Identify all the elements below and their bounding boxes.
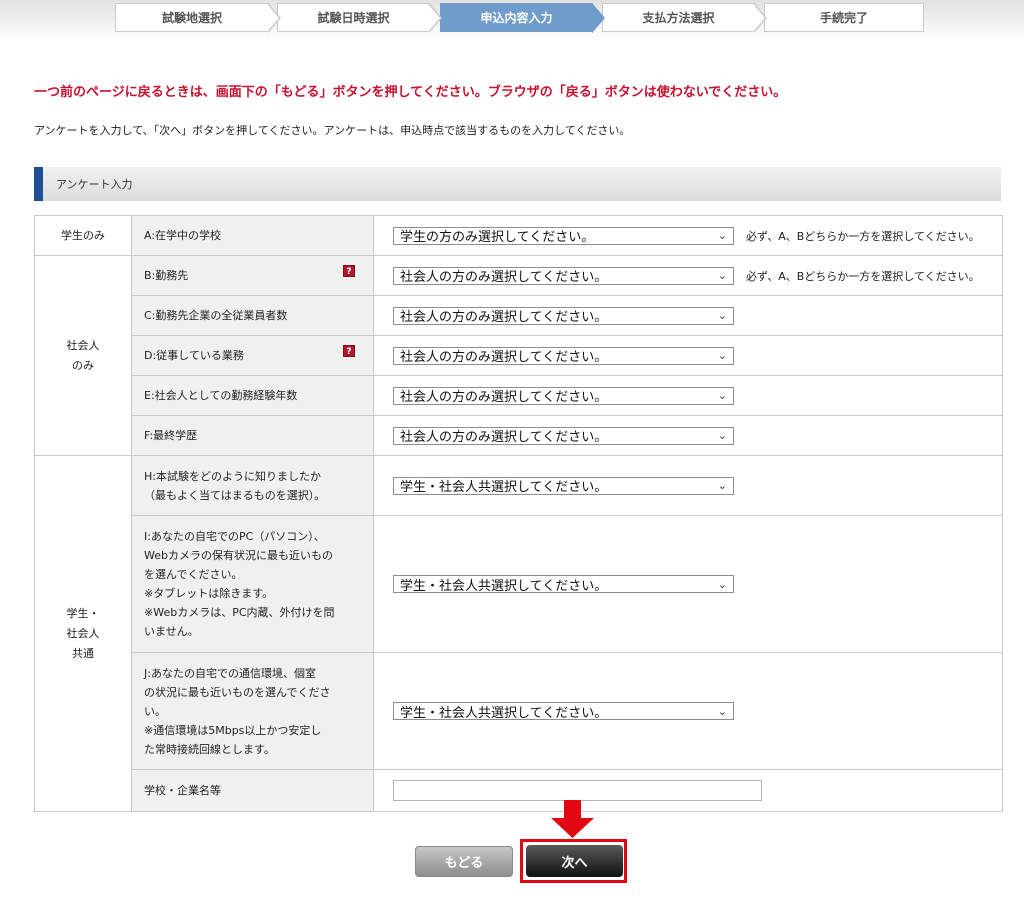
- field-c: 社会人の方のみ選択してください。 ⌄: [373, 295, 1003, 336]
- field-school-company: [373, 769, 1003, 812]
- field-i: 学生・社会人共選択してください。 ⌄: [373, 515, 1003, 653]
- label-e-experience: E:社会人としての勤務経験年数: [131, 375, 374, 416]
- label-f-education: F:最終学歴: [131, 415, 374, 456]
- label-i-pc-webcam: I:あなたの自宅でのPC（パソコン）、 Webカメラの保有状況に最も近いもの を…: [131, 515, 374, 653]
- chevron-down-icon: ⌄: [717, 479, 727, 492]
- help-icon[interactable]: ?: [343, 265, 355, 277]
- label-d-duties: D:従事している業務?: [131, 335, 374, 376]
- chevron-down-icon: ⌄: [717, 429, 727, 442]
- field-b: 社会人の方のみ選択してください。 ⌄ 必ず、A、Bどちらか一方を選択してください。: [373, 255, 1003, 296]
- field-e: 社会人の方のみ選択してください。 ⌄: [373, 375, 1003, 416]
- label-school-company: 学校・企業名等: [131, 769, 374, 812]
- section-accent-bar: [34, 167, 43, 201]
- select-e-experience[interactable]: 社会人の方のみ選択してください。 ⌄: [393, 386, 734, 405]
- chevron-down-icon: ⌄: [717, 349, 727, 362]
- table-row: C:勤務先企業の全従業員者数 社会人の方のみ選択してください。 ⌄: [35, 295, 1003, 336]
- next-button[interactable]: 次へ: [526, 845, 623, 877]
- field-f: 社会人の方のみ選択してください。 ⌄: [373, 415, 1003, 456]
- chevron-down-icon: ⌄: [717, 229, 727, 242]
- table-row: I:あなたの自宅でのPC（パソコン）、 Webカメラの保有状況に最も近いもの を…: [35, 515, 1003, 653]
- instruction-text: アンケートを入力して、「次へ」ボタンを押してください。アンケートは、申込時点で該…: [34, 124, 631, 137]
- table-row: 学生・ 社会人 共通 H:本試験をどのように知りましたか （最もよく当てはまるものを選…: [34, 455, 1003, 812]
- select-a-school[interactable]: 学生の方のみ選択してください。 ⌄: [393, 226, 734, 245]
- section-title: アンケート入力: [56, 178, 133, 191]
- field-a: 学生の方のみ選択してください。 ⌄ 必ず、A、Bどちらか一方を選択してください。: [373, 215, 1003, 256]
- table-row: E:社会人としての勤務経験年数 社会人の方のみ選択してください。 ⌄: [35, 375, 1003, 416]
- help-icon[interactable]: ?: [343, 345, 355, 357]
- label-h-awareness: H:本試験をどのように知りましたか （最もよく当てはまるものを選択）。: [131, 455, 374, 516]
- label-a-school: A:在学中の学校: [131, 215, 374, 256]
- chevron-down-icon: ⌄: [717, 577, 727, 591]
- chevron-down-icon: ⌄: [717, 309, 727, 322]
- progress-steps: 試験地選択 試験日時選択 申込内容入力 支払方法選択 手続完了: [115, 3, 925, 33]
- back-button[interactable]: もどる: [415, 846, 513, 877]
- table-row: 学生のみ A:在学中の学校 学生の方のみ選択してください。 ⌄ 必ず、A、Bどちらか…: [34, 215, 1003, 256]
- group-worker-only: 社会人 のみ: [34, 255, 132, 456]
- field-d: 社会人の方のみ選択してください。 ⌄: [373, 335, 1003, 376]
- select-b-employer[interactable]: 社会人の方のみ選択してください。 ⌄: [393, 266, 734, 285]
- label-b-employer: B:勤務先?: [131, 255, 374, 296]
- chevron-down-icon: ⌄: [717, 389, 727, 402]
- select-h-awareness[interactable]: 学生・社会人共選択してください。 ⌄: [393, 476, 734, 495]
- step-application-input: 申込内容入力: [440, 3, 605, 33]
- section-header: アンケート入力: [34, 167, 1001, 201]
- survey-table: 学生のみ A:在学中の学校 学生の方のみ選択してください。 ⌄ 必ず、A、Bどちらか…: [34, 215, 1003, 812]
- note-b: 必ず、A、Bどちらか一方を選択してください。: [746, 269, 980, 283]
- select-j-network[interactable]: 学生・社会人共選択してください。 ⌄: [393, 702, 734, 721]
- note-a: 必ず、A、Bどちらか一方を選択してください。: [746, 229, 980, 243]
- label-j-network: J:あなたの自宅での通信環境、個室 の状況に最も近いものを選んでくださ い。 ※…: [131, 652, 374, 770]
- select-d-duties[interactable]: 社会人の方のみ選択してください。 ⌄: [393, 346, 734, 365]
- label-c-employees: C:勤務先企業の全従業員者数: [131, 295, 374, 336]
- select-c-employees[interactable]: 社会人の方のみ選択してください。 ⌄: [393, 306, 734, 325]
- field-j: 学生・社会人共選択してください。 ⌄: [373, 652, 1003, 770]
- table-row: J:あなたの自宅での通信環境、個室 の状況に最も近いものを選んでくださ い。 ※…: [35, 652, 1003, 770]
- chevron-down-icon: ⌄: [717, 704, 727, 718]
- group-student-only: 学生のみ: [34, 215, 132, 256]
- back-warning-text: 一つ前のページに戻るときは、画面下の「もどる」ボタンを押してください。ブラウザの…: [34, 85, 787, 100]
- field-h: 学生・社会人共選択してください。 ⌄: [373, 455, 1003, 516]
- group-common: 学生・ 社会人 共通: [34, 455, 132, 812]
- step-payment-method: 支払方法選択: [602, 3, 767, 33]
- table-row: 学校・企業名等: [35, 769, 1003, 812]
- arrow-down-icon: [551, 800, 594, 838]
- step-exam-datetime: 試験日時選択: [277, 3, 442, 33]
- step-exam-site: 試験地選択: [115, 3, 281, 33]
- select-f-education[interactable]: 社会人の方のみ選択してください。 ⌄: [393, 426, 734, 445]
- table-row: F:最終学歴 社会人の方のみ選択してください。 ⌄: [35, 415, 1003, 456]
- select-i-pc-webcam[interactable]: 学生・社会人共選択してください。 ⌄: [393, 575, 734, 594]
- chevron-down-icon: ⌄: [717, 269, 727, 282]
- table-row: 社会人 のみ B:勤務先? 社会人の方のみ選択してください。 ⌄ 必ず、A、Bどちらか…: [34, 255, 1003, 456]
- school-company-input[interactable]: [393, 780, 762, 801]
- table-row: D:従事している業務? 社会人の方のみ選択してください。 ⌄: [35, 335, 1003, 376]
- step-complete: 手続完了: [764, 3, 924, 32]
